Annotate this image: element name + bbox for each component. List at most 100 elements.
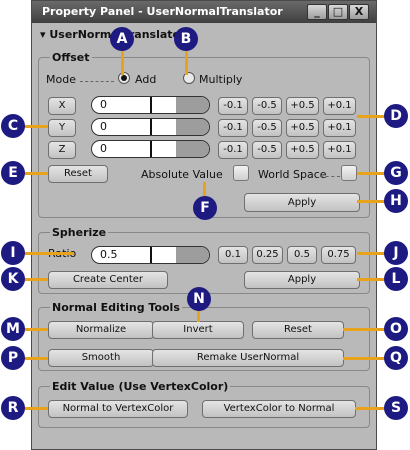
callout-j: J [384, 241, 408, 265]
vertexcolor-to-normal-button[interactable]: VertexColor to Normal [202, 400, 356, 418]
x-plus-0-1-button[interactable]: +0.1 [323, 97, 356, 115]
y-plus-0-5-button[interactable]: +0.5 [286, 119, 319, 137]
smooth-button[interactable]: Smooth [48, 349, 154, 367]
leader-g [357, 172, 385, 175]
leader-p [24, 357, 48, 360]
y-minus-0-1-button[interactable]: -0.1 [218, 119, 248, 137]
maximize-button[interactable]: □ [328, 4, 348, 20]
normal-tools-group-title: Normal Editing Tools [50, 301, 182, 314]
offset-z-range [176, 141, 209, 157]
world-space-dots [320, 176, 340, 177]
callout-d: D [384, 104, 408, 128]
property-panel-window: Property Panel - UserNormalTranslator _ … [31, 0, 377, 450]
normalize-button[interactable]: Normalize [48, 321, 154, 339]
mode-dots [80, 81, 114, 82]
normal-reset-button[interactable]: Reset [252, 321, 344, 339]
callout-a: A [110, 27, 134, 51]
world-space-checkbox[interactable] [341, 165, 357, 181]
absolute-value-label: Absolute Value [141, 168, 223, 181]
x-minus-0-5-button[interactable]: -0.5 [252, 97, 282, 115]
mode-multiply-label: Multiply [199, 73, 243, 86]
z-plus-0-1-button[interactable]: +0.1 [323, 141, 356, 159]
leader-e [24, 172, 48, 175]
leader-a [121, 50, 124, 75]
offset-z-field[interactable]: 0 [91, 140, 210, 158]
callout-b: B [174, 27, 198, 51]
leader-s [355, 407, 385, 410]
offset-group-title: Offset [50, 51, 92, 64]
y-minus-0-5-button[interactable]: -0.5 [252, 119, 282, 137]
ratio-value: 0.5 [100, 248, 118, 261]
offset-y-range [176, 119, 209, 135]
leader-k [24, 278, 48, 281]
callout-s: S [384, 396, 408, 420]
callout-l: L [384, 267, 408, 291]
offset-apply-button[interactable]: Apply [244, 193, 360, 212]
callout-c: C [1, 114, 25, 138]
callout-h: H [384, 189, 408, 213]
offset-y-slider-handle[interactable] [150, 119, 152, 135]
remake-usernormal-button[interactable]: Remake UserNormal [152, 349, 344, 367]
callout-o: O [384, 317, 408, 341]
close-button[interactable]: X [349, 4, 369, 20]
callout-i: I [1, 241, 25, 265]
axis-y-button[interactable]: Y [48, 119, 76, 137]
leader-b [185, 50, 188, 75]
leader-l [357, 278, 385, 281]
spherize-apply-button[interactable]: Apply [244, 271, 360, 289]
leader-q [343, 357, 385, 360]
axis-x-button[interactable]: X [48, 97, 76, 115]
ratio-field[interactable]: 0.5 [91, 246, 210, 264]
offset-x-range [176, 97, 209, 113]
z-minus-0-1-button[interactable]: -0.1 [218, 141, 248, 159]
mode-add-label: Add [135, 73, 157, 86]
collapse-arrow-icon: ▾ [40, 28, 50, 41]
offset-x-slider-handle[interactable] [150, 97, 152, 113]
offset-reset-button[interactable]: Reset [48, 165, 108, 183]
create-center-button[interactable]: Create Center [48, 271, 168, 289]
minimize-button[interactable]: _ [307, 4, 327, 20]
leader-c [24, 125, 48, 128]
callout-n: N [187, 287, 211, 311]
x-minus-0-1-button[interactable]: -0.1 [218, 97, 248, 115]
title-bar[interactable]: Property Panel - UserNormalTranslator _ … [32, 1, 376, 23]
leader-m [24, 328, 48, 331]
offset-y-value: 0 [100, 120, 107, 133]
absolute-value-checkbox[interactable] [233, 165, 249, 181]
mode-label: Mode [46, 73, 76, 86]
mode-add-radio[interactable] [118, 72, 130, 84]
axis-z-button[interactable]: Z [48, 141, 76, 159]
callout-m: M [1, 317, 25, 341]
x-plus-0-5-button[interactable]: +0.5 [286, 97, 319, 115]
ratio-0-1-button[interactable]: 0.1 [218, 246, 248, 264]
callout-k: K [1, 267, 25, 291]
ratio-0-5-button[interactable]: 0.5 [287, 246, 317, 264]
offset-x-value: 0 [100, 98, 107, 111]
window-title: Property Panel - UserNormalTranslator [42, 5, 283, 18]
offset-x-field[interactable]: 0 [91, 96, 210, 114]
offset-z-slider-handle[interactable] [150, 141, 152, 157]
z-minus-0-5-button[interactable]: -0.5 [252, 141, 282, 159]
ratio-range [176, 247, 209, 263]
leader-j [357, 252, 385, 255]
ratio-0-25-button[interactable]: 0.25 [252, 246, 283, 264]
leader-d [357, 115, 385, 118]
leader-i [24, 252, 74, 255]
callout-r: R [1, 396, 25, 420]
callout-q: Q [384, 346, 408, 370]
ratio-0-75-button[interactable]: 0.75 [321, 246, 356, 264]
invert-button[interactable]: Invert [152, 321, 244, 339]
callout-p: P [1, 346, 25, 370]
y-plus-0-1-button[interactable]: +0.1 [323, 119, 356, 137]
z-plus-0-5-button[interactable]: +0.5 [286, 141, 319, 159]
normal-to-vertexcolor-button[interactable]: Normal to VertexColor [48, 400, 188, 418]
callout-e: E [1, 161, 25, 185]
ratio-slider-handle[interactable] [150, 247, 152, 263]
callout-g: G [384, 161, 408, 185]
offset-z-value: 0 [100, 142, 107, 155]
world-space-label: World Space [258, 168, 327, 181]
leader-r [24, 407, 48, 410]
offset-y-field[interactable]: 0 [91, 118, 210, 136]
leader-h [357, 200, 385, 203]
callout-f: F [193, 196, 217, 220]
